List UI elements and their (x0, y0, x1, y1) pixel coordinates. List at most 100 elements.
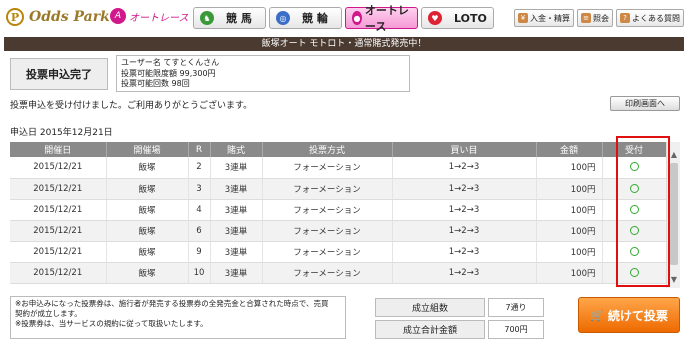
table-row: 2015/12/21 飯塚 2 3連単 フォーメーション 1→2→3 100円 (10, 157, 667, 179)
col-header-method: 投票方式 (262, 142, 393, 157)
bet-limit: 投票可能限度額 99,300円 (121, 68, 216, 78)
user-name: ユーザー名 てすとくんさん (121, 58, 220, 67)
col-header-bet-type: 賭式 (210, 142, 263, 157)
col-header-race: R (188, 142, 211, 157)
faq-icon: ? (620, 13, 630, 23)
notice-box: ※お申込みになった投票券は、施行者が発売する投票券の全発売金と合算された時点で、… (10, 296, 346, 339)
cell-race: 3 (188, 178, 211, 200)
cell-date: 2015/12/21 (10, 199, 107, 221)
inquiry-icon: ≡ (581, 13, 591, 23)
bicycle-icon: ◎ (276, 11, 290, 25)
loto-icon: ♥ (428, 11, 442, 25)
cell-pick: 1→2→3 (392, 262, 537, 284)
cell-pick: 1→2→3 (392, 241, 537, 263)
col-header-pick: 買い目 (392, 142, 537, 157)
table-row: 2015/12/21 飯塚 10 3連単 フォーメーション 1→2→3 100円 (10, 262, 667, 284)
cell-method: フォーメーション (262, 157, 393, 179)
cell-venue: 飯塚 (106, 199, 189, 221)
utility-links: ¥ 入金・精算 ≡ 照会 ? よくある質問 (514, 9, 684, 27)
autorace-mark-icon: A (110, 8, 126, 24)
cell-bet-type: 3連単 (210, 199, 263, 221)
scroll-thumb[interactable] (670, 163, 678, 265)
cell-amount: 100円 (536, 178, 603, 200)
total-label: 成立合計金額 (375, 320, 485, 339)
table-row: 2015/12/21 飯塚 9 3連単 フォーメーション 1→2→3 100円 (10, 241, 667, 263)
continue-voting-button[interactable]: 🛒 続けて投票 (578, 297, 680, 333)
cell-race: 2 (188, 157, 211, 179)
continue-label: 続けて投票 (607, 308, 668, 323)
cell-pick: 1→2→3 (392, 178, 537, 200)
inquiry-label: 照会 (593, 13, 609, 23)
cell-pick: 1→2→3 (392, 157, 537, 179)
cell-method: フォーメーション (262, 241, 393, 263)
count-value: 7通り (488, 298, 544, 317)
tab-label: 競 馬 (226, 12, 252, 25)
tab-autorace[interactable]: ● オートレース (345, 4, 418, 33)
cell-amount: 100円 (536, 262, 603, 284)
autorace-logo-text: オートレース (129, 12, 189, 24)
cart-icon: 🛒 (590, 308, 604, 322)
cell-venue: 飯塚 (106, 220, 189, 242)
notice-line: 契約が成立します。 (15, 309, 82, 318)
horse-icon: ♞ (200, 11, 214, 25)
cell-amount: 100円 (536, 220, 603, 242)
deposit-icon: ¥ (518, 13, 528, 23)
application-date: 申込日 2015年12月21日 (10, 128, 113, 138)
deposit-button[interactable]: ¥ 入金・精算 (514, 9, 574, 27)
tab-keirin[interactable]: ◎ 競 輪 (269, 7, 342, 29)
user-info-box: ユーザー名 てすとくんさん 投票可能限度額 99,300円 投票可能回数 98回 (116, 55, 410, 92)
summary-panel: 成立組数 7通り 成立合計金額 700円 (375, 298, 545, 342)
cell-bet-type: 3連単 (210, 220, 263, 242)
notice-line: ※お申込みになった投票券は、施行者が発売する投票券の全発売金と合算された時点で、… (15, 299, 329, 308)
cell-bet-type: 3連単 (210, 178, 263, 200)
cell-date: 2015/12/21 (10, 262, 107, 284)
table-row: 2015/12/21 飯塚 4 3連単 フォーメーション 1→2→3 100円 (10, 199, 667, 221)
inquiry-button[interactable]: ≡ 照会 (577, 9, 613, 27)
cell-amount: 100円 (536, 199, 603, 221)
cell-method: フォーメーション (262, 220, 393, 242)
tab-label: LOTO (454, 11, 487, 25)
notice-line: ※投票券は、当サービスの規約に従って取扱いたします。 (15, 319, 208, 328)
cell-race: 4 (188, 199, 211, 221)
cell-amount: 100円 (536, 157, 603, 179)
cell-race: 9 (188, 241, 211, 263)
page-title: 投票申込完了 (10, 58, 108, 90)
tab-label: 競 輪 (302, 12, 328, 25)
cell-bet-type: 3連単 (210, 262, 263, 284)
header: P Odds Park A オートレース ♞ 競 馬 ◎ 競 輪 ● オートレー… (0, 0, 688, 34)
print-button[interactable]: 印刷画面へ (610, 96, 680, 111)
cell-date: 2015/12/21 (10, 178, 107, 200)
cell-date: 2015/12/21 (10, 241, 107, 263)
accepted-column-highlight (616, 136, 670, 287)
table-row: 2015/12/21 飯塚 6 3連単 フォーメーション 1→2→3 100円 (10, 220, 667, 242)
cell-method: フォーメーション (262, 262, 393, 284)
faq-button[interactable]: ? よくある質問 (616, 9, 684, 27)
main-tabs: ♞ 競 馬 ◎ 競 輪 ● オートレース ♥ LOTO (193, 4, 494, 33)
tab-label: オートレース (364, 4, 409, 33)
sales-banner: 飯塚オート モトロト・通常賭式発売中！ (4, 37, 684, 51)
cell-pick: 1→2→3 (392, 220, 537, 242)
cell-date: 2015/12/21 (10, 157, 107, 179)
tab-loto[interactable]: ♥ LOTO (421, 7, 494, 29)
cell-venue: 飯塚 (106, 178, 189, 200)
cell-method: フォーメーション (262, 178, 393, 200)
total-value: 700円 (488, 320, 544, 339)
cell-race: 10 (188, 262, 211, 284)
cell-date: 2015/12/21 (10, 220, 107, 242)
count-label: 成立組数 (375, 298, 485, 317)
confirmation-message: 投票申込を受け付けました。ご利用ありがとうございます。 (10, 101, 253, 111)
tab-keiba[interactable]: ♞ 競 馬 (193, 7, 266, 29)
cell-race: 6 (188, 220, 211, 242)
col-header-date: 開催日 (10, 142, 107, 157)
cell-venue: 飯塚 (106, 241, 189, 263)
faq-label: よくある質問 (632, 13, 680, 23)
cell-amount: 100円 (536, 241, 603, 263)
table-row: 2015/12/21 飯塚 3 3連単 フォーメーション 1→2→3 100円 (10, 178, 667, 200)
autorace-logo[interactable]: A オートレース (110, 8, 189, 24)
col-header-venue: 開催場 (106, 142, 189, 157)
odds-park-logo[interactable]: P Odds Park (6, 6, 110, 28)
cell-pick: 1→2→3 (392, 199, 537, 221)
logo-p-icon: P (6, 8, 24, 26)
motorbike-icon: ● (352, 11, 362, 25)
deposit-label: 入金・精算 (530, 13, 570, 23)
